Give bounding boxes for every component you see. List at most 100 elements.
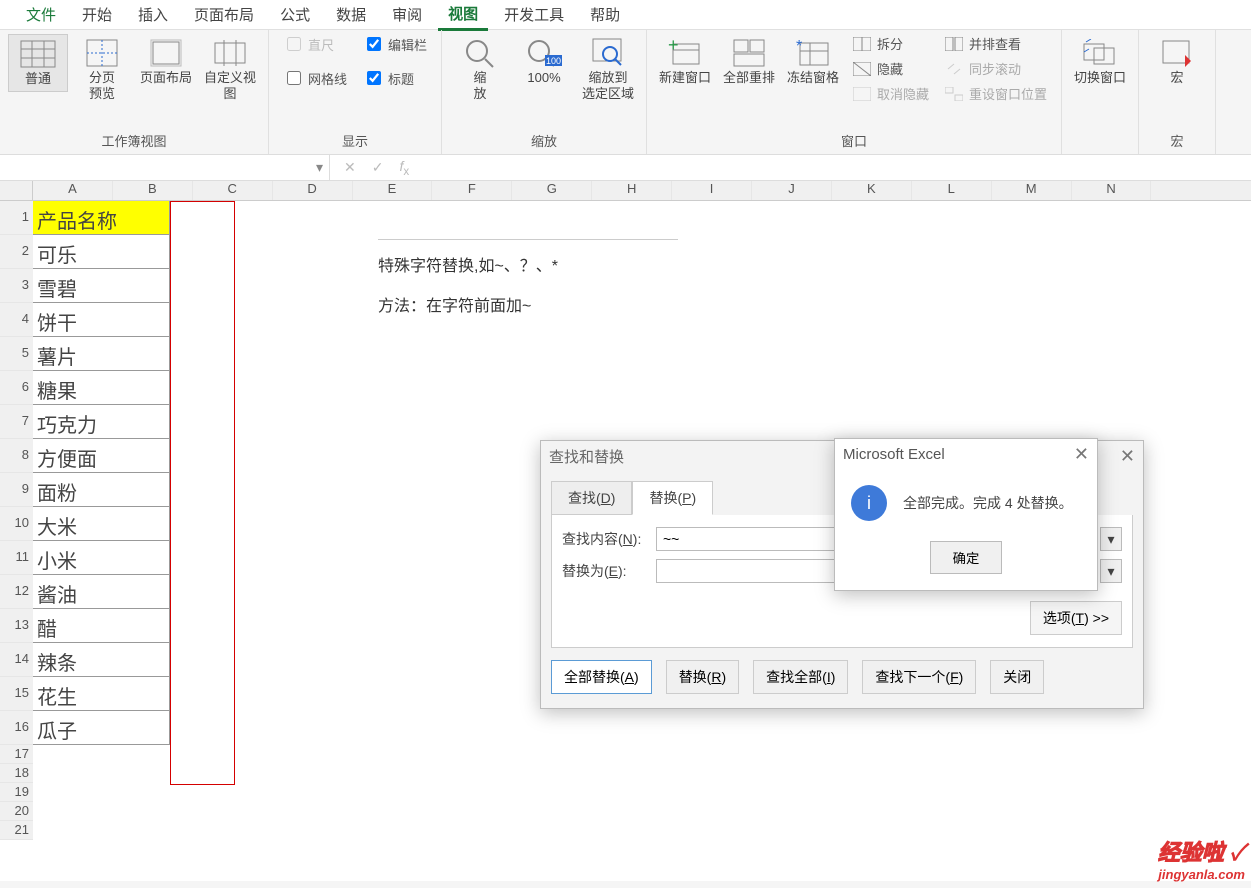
tab-data[interactable]: 数据 (326, 0, 376, 29)
row-11[interactable]: 11 (0, 541, 33, 575)
row-21[interactable]: 21 (0, 821, 33, 840)
row-headers[interactable]: 123456789101112131415161718192021 (0, 201, 33, 840)
cell-A15[interactable]: 花生 (33, 677, 170, 711)
find-dropdown-icon[interactable]: ▾ (1100, 527, 1122, 551)
formulabar-checkbox[interactable]: 编辑栏 (363, 34, 427, 54)
cell-A10[interactable]: 大米 (33, 507, 170, 541)
col-E[interactable]: E (353, 181, 433, 200)
fx-icon[interactable]: fx (399, 158, 409, 178)
col-A[interactable]: A (33, 181, 113, 200)
tab-home[interactable]: 开始 (72, 0, 122, 29)
cell-A8[interactable]: 方便面 (33, 439, 170, 473)
headings-input[interactable] (367, 71, 381, 85)
msgbox-close-icon[interactable]: ✕ (1074, 444, 1089, 465)
findall-button[interactable]: 查找全部(I) (753, 660, 848, 694)
row-20[interactable]: 20 (0, 802, 33, 821)
row-12[interactable]: 12 (0, 575, 33, 609)
col-C[interactable]: C (193, 181, 273, 200)
cell-A16[interactable]: 瓜子 (33, 711, 170, 745)
options-button[interactable]: 选项(T) >> (1030, 601, 1122, 635)
normal-view-button[interactable]: 普通 (8, 34, 68, 92)
row-4[interactable]: 4 (0, 303, 33, 337)
col-M[interactable]: M (992, 181, 1072, 200)
pagelayout-button[interactable]: 页面布局 (136, 34, 196, 90)
tab-view[interactable]: 视图 (438, 0, 488, 31)
arrangeall-button[interactable]: 全部重排 (719, 34, 779, 90)
sidebyside-button[interactable]: 并排查看 (945, 34, 1047, 53)
row-1[interactable]: 1 (0, 201, 33, 235)
cancel-icon[interactable]: ✕ (344, 159, 356, 176)
cell-A14[interactable]: 辣条 (33, 643, 170, 677)
col-J[interactable]: J (752, 181, 832, 200)
row-6[interactable]: 6 (0, 371, 33, 405)
formulabar-input[interactable] (367, 37, 381, 51)
freezepanes-button[interactable]: * 冻结窗格 (783, 34, 843, 90)
tab-insert[interactable]: 插入 (128, 0, 178, 29)
row-18[interactable]: 18 (0, 764, 33, 783)
customview-button[interactable]: 自定义视图 (200, 34, 260, 105)
switchwindow-button[interactable]: 切换窗口 (1070, 34, 1130, 90)
cell-A3[interactable]: 雪碧 (33, 269, 170, 303)
col-B[interactable]: B (113, 181, 193, 200)
row-9[interactable]: 9 (0, 473, 33, 507)
row-17[interactable]: 17 (0, 745, 33, 764)
col-I[interactable]: I (672, 181, 752, 200)
cell-A9[interactable]: 面粉 (33, 473, 170, 507)
tab-find[interactable]: 查找(D) (551, 481, 632, 515)
row-2[interactable]: 2 (0, 235, 33, 269)
zoomtosel-button[interactable]: 缩放到 选定区域 (578, 34, 638, 105)
col-H[interactable]: H (592, 181, 672, 200)
row-7[interactable]: 7 (0, 405, 33, 439)
gridlines-checkbox[interactable]: 网格线 (283, 68, 347, 88)
col-K[interactable]: K (832, 181, 912, 200)
col-N[interactable]: N (1072, 181, 1152, 200)
cell-A7[interactable]: 巧克力 (33, 405, 170, 439)
messagebox[interactable]: Microsoft Excel ✕ i 全部完成。完成 4 处替换。 确定 (834, 438, 1098, 591)
row-15[interactable]: 15 (0, 677, 33, 711)
namebox-dropdown-icon[interactable]: ▾ (316, 159, 323, 176)
macros-button[interactable]: 宏 (1147, 34, 1207, 90)
findnext-button[interactable]: 查找下一个(F) (862, 660, 976, 694)
row-8[interactable]: 8 (0, 439, 33, 473)
column-headers[interactable]: A B C D E F G H I J K L M N (0, 181, 1251, 201)
name-box[interactable]: ▾ (0, 155, 330, 180)
split-button[interactable]: 拆分 (853, 34, 929, 53)
row-14[interactable]: 14 (0, 643, 33, 677)
tab-help[interactable]: 帮助 (580, 0, 630, 29)
replace-dropdown-icon[interactable]: ▾ (1100, 559, 1122, 583)
close-button[interactable]: 关闭 (990, 660, 1044, 694)
tab-pagelayout[interactable]: 页面布局 (184, 0, 264, 29)
tab-review[interactable]: 审阅 (382, 0, 432, 29)
zoom-button[interactable]: 缩 放 (450, 34, 510, 105)
row-10[interactable]: 10 (0, 507, 33, 541)
cell-A5[interactable]: 薯片 (33, 337, 170, 371)
row-13[interactable]: 13 (0, 609, 33, 643)
cell-A2[interactable]: 可乐 (33, 235, 170, 269)
replaceall-button[interactable]: 全部替换(A) (551, 660, 652, 694)
enter-icon[interactable]: ✓ (372, 159, 384, 176)
tab-file[interactable]: 文件 (16, 0, 66, 29)
selectall-corner[interactable] (0, 181, 33, 200)
col-G[interactable]: G (512, 181, 592, 200)
row-16[interactable]: 16 (0, 711, 33, 745)
hide-button[interactable]: 隐藏 (853, 59, 929, 78)
tab-developer[interactable]: 开发工具 (494, 0, 574, 29)
cell-A13[interactable]: 醋 (33, 609, 170, 643)
cell-A12[interactable]: 酱油 (33, 575, 170, 609)
col-D[interactable]: D (273, 181, 353, 200)
cell-A4[interactable]: 饼干 (33, 303, 170, 337)
row-3[interactable]: 3 (0, 269, 33, 303)
cell-A1[interactable]: 产品名称 (33, 201, 170, 235)
ok-button[interactable]: 确定 (930, 541, 1003, 574)
col-L[interactable]: L (912, 181, 992, 200)
cell-A6[interactable]: 糖果 (33, 371, 170, 405)
col-F[interactable]: F (432, 181, 512, 200)
pagebreak-button[interactable]: 分页 预览 (72, 34, 132, 105)
gridlines-input[interactable] (287, 71, 301, 85)
tab-replace[interactable]: 替换(P) (632, 481, 713, 515)
close-icon[interactable]: ✕ (1120, 446, 1135, 467)
row-5[interactable]: 5 (0, 337, 33, 371)
cell-A11[interactable]: 小米 (33, 541, 170, 575)
newwindow-button[interactable]: + 新建窗口 (655, 34, 715, 90)
headings-checkbox[interactable]: 标题 (363, 68, 427, 88)
